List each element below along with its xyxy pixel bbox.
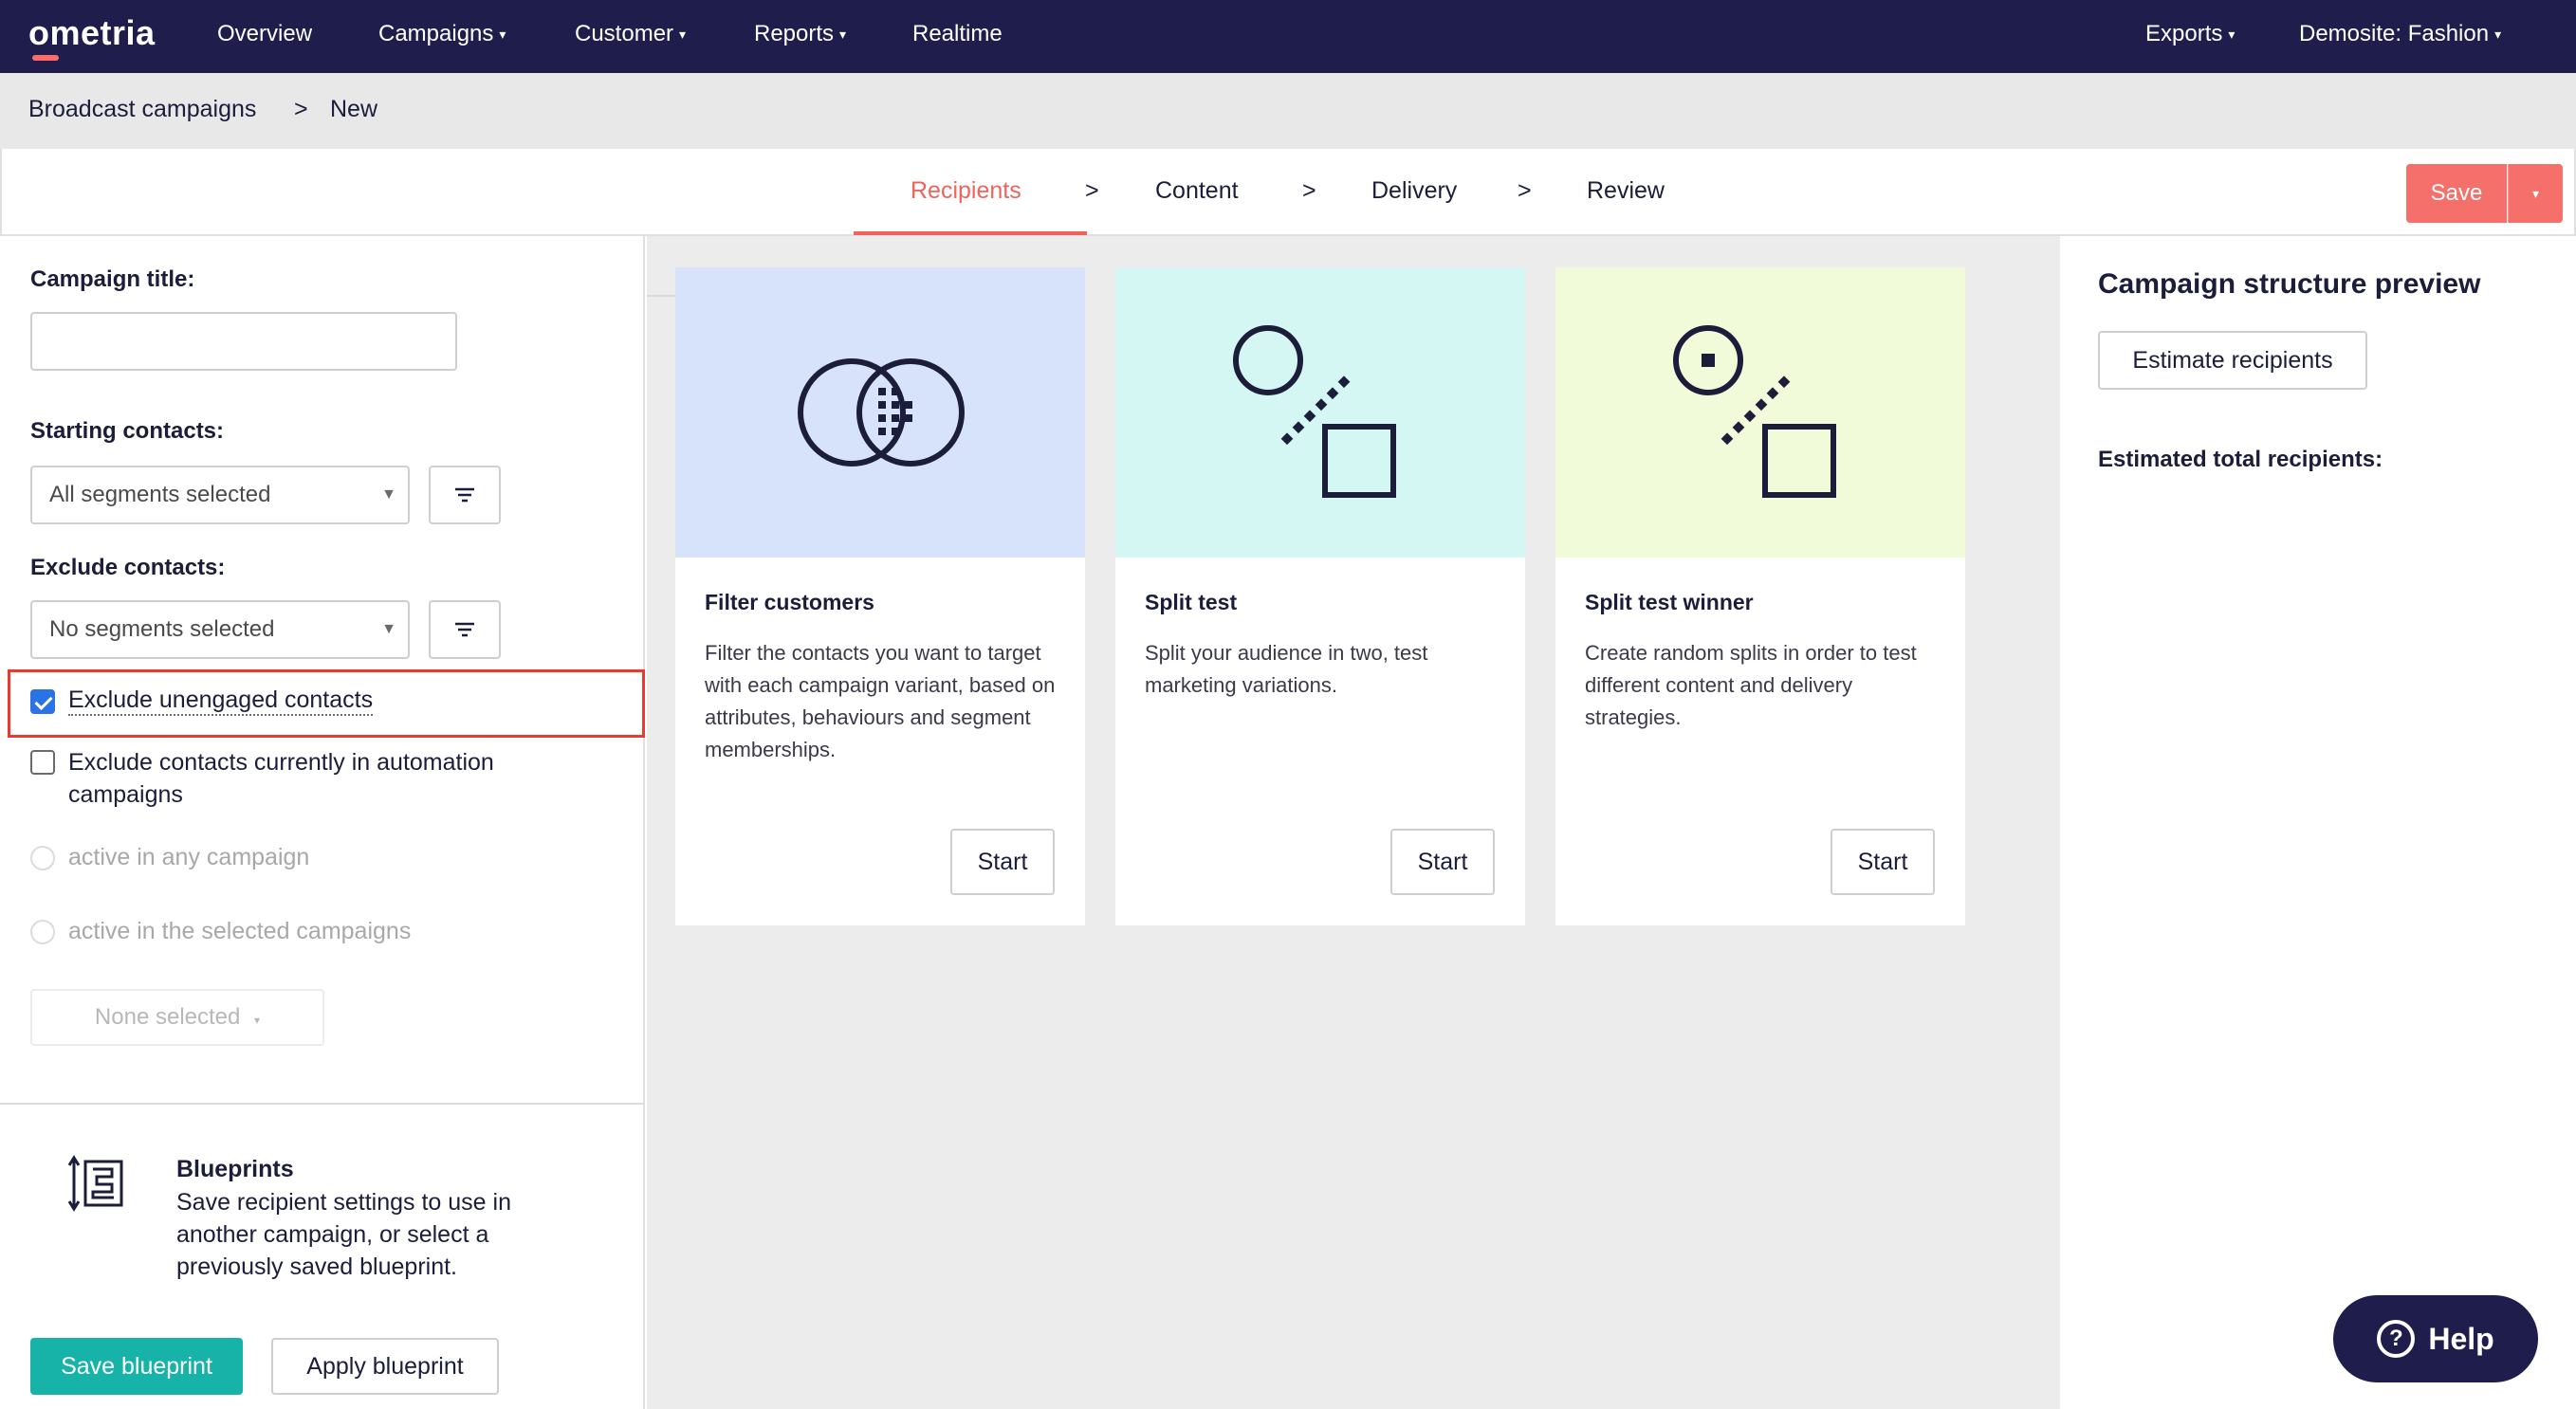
step-separator: > (1302, 177, 1316, 204)
apply-blueprint-button[interactable]: Apply blueprint (271, 1338, 499, 1395)
active-step-indicator (854, 231, 1087, 235)
card-description: Create random splits in order to test di… (1585, 641, 1917, 729)
chevron-down-icon: ▾ (2494, 27, 2502, 43)
recipients-panel: Campaign title: Starting contacts: All s… (0, 236, 645, 1409)
start-button[interactable]: Start (1390, 829, 1495, 895)
radio-selected-campaigns[interactable] (30, 919, 55, 944)
campaigns-multiselect-value: None selected (94, 1004, 241, 1030)
chevron-down-icon: ▾ (2531, 186, 2540, 201)
save-button[interactable]: Save (2406, 164, 2507, 223)
nav-realtime[interactable]: Realtime (912, 21, 1003, 47)
nav-site-selector[interactable]: Demosite: Fashion ▾ (2299, 21, 2501, 47)
caret-down-icon: ▼ (381, 486, 396, 503)
breadcrumb-current: New (330, 96, 378, 122)
step-delivery[interactable]: Delivery (1371, 177, 1457, 205)
nav-overview[interactable]: Overview (217, 21, 312, 47)
nav-exports-label: Exports (2145, 21, 2223, 46)
structure-preview-title: Campaign structure preview (2098, 268, 2481, 300)
breadcrumb-separator: > (294, 96, 308, 122)
filter-icon (455, 622, 474, 637)
card-title: Split test winner (1585, 590, 1754, 614)
card-description: Split your audience in two, test marketi… (1145, 641, 1428, 697)
step-bar: Recipients > Content > Delivery > Review… (0, 149, 2576, 236)
nav-campaigns-label: Campaigns (378, 21, 494, 46)
help-label: Help (2428, 1321, 2494, 1356)
estimated-total-label: Estimated total recipients: (2098, 447, 2383, 472)
exclude-unengaged-row[interactable]: Exclude unengaged contacts (30, 686, 374, 716)
divider (0, 1103, 645, 1105)
campaign-title-input[interactable] (30, 312, 457, 371)
split-test-icon (1233, 325, 1396, 498)
split-test-winner-icon (1673, 325, 1836, 498)
card-title: Split test (1145, 590, 1238, 614)
split-test-winner-card[interactable]: Split test winner Create random splits i… (1555, 267, 1965, 925)
radio-any-campaign-row[interactable]: active in any campaign (30, 844, 309, 871)
structure-preview-panel: Campaign structure preview Estimate reci… (2060, 236, 2576, 1409)
chevron-down-icon: ▾ (839, 27, 847, 43)
exclude-contacts-select[interactable]: No segments selected ▼ (30, 600, 410, 659)
logo-accent (32, 55, 59, 61)
card-title: Filter customers (705, 590, 874, 614)
save-blueprint-button[interactable]: Save blueprint (30, 1338, 243, 1395)
radio-selected-campaigns-label: active in the selected campaigns (68, 918, 412, 944)
starting-contacts-label: Starting contacts: (30, 418, 225, 444)
logo[interactable]: ometria (28, 13, 156, 53)
venn-diagram-icon (798, 358, 965, 467)
exclude-contacts-value: No segments selected (49, 616, 275, 642)
blueprints-description: Save recipient settings to use in anothe… (176, 1189, 511, 1280)
chevron-down-icon: ▾ (679, 27, 687, 43)
chevron-down-icon: ▾ (499, 27, 506, 43)
nav-customer[interactable]: Customer ▾ (575, 21, 686, 47)
blueprints-title: Blueprints (176, 1156, 294, 1182)
step-recipients[interactable]: Recipients (911, 177, 1021, 205)
start-button[interactable]: Start (1831, 829, 1935, 895)
canvas-connector (647, 295, 675, 297)
nav-reports-label: Reports (754, 21, 835, 46)
exclude-contacts-label: Exclude contacts: (30, 555, 226, 580)
exclude-unengaged-checkbox[interactable] (30, 689, 55, 714)
save-dropdown-button[interactable]: ▾ (2508, 164, 2563, 223)
card-description: Filter the contacts you want to target w… (705, 641, 1056, 761)
starting-filter-button[interactable] (429, 466, 501, 524)
exclude-filter-button[interactable] (429, 600, 501, 659)
exclude-unengaged-label[interactable]: Exclude unengaged contacts (68, 686, 374, 716)
question-icon: ? (2377, 1320, 2416, 1358)
exclude-automation-label[interactable]: Exclude contacts currently in automation… (68, 746, 561, 811)
nav-campaigns[interactable]: Campaigns ▾ (378, 21, 506, 47)
split-test-winner-illustration (1555, 267, 1965, 558)
radio-any-campaign[interactable] (30, 845, 55, 870)
nav-exports[interactable]: Exports ▾ (2145, 21, 2235, 47)
breadcrumb: Broadcast campaigns > New (0, 73, 2576, 149)
step-review[interactable]: Review (1587, 177, 1665, 205)
radio-any-campaign-label: active in any campaign (68, 844, 310, 870)
caret-down-icon: ▾ (254, 1014, 261, 1027)
starting-contacts-select[interactable]: All segments selected ▼ (30, 466, 410, 524)
step-separator: > (1518, 177, 1532, 204)
breadcrumb-parent[interactable]: Broadcast campaigns (28, 96, 256, 123)
filter-customers-card[interactable]: Filter customers Filter the contacts you… (675, 267, 1085, 925)
chevron-down-icon: ▾ (2228, 27, 2236, 43)
filter-customers-illustration (675, 267, 1085, 558)
nav-reports[interactable]: Reports ▾ (754, 21, 846, 47)
exclude-automation-checkbox[interactable] (30, 750, 55, 775)
campaigns-multiselect[interactable]: None selected ▾ (30, 989, 324, 1046)
caret-down-icon: ▼ (381, 621, 396, 637)
campaign-title-label: Campaign title: (30, 266, 195, 292)
split-test-illustration (1115, 267, 1525, 558)
radio-selected-campaigns-row[interactable]: active in the selected campaigns (30, 918, 411, 945)
start-button[interactable]: Start (950, 829, 1055, 895)
step-separator: > (1085, 177, 1099, 204)
step-content[interactable]: Content (1155, 177, 1239, 205)
split-test-card[interactable]: Split test Split your audience in two, t… (1115, 267, 1525, 925)
starting-contacts-value: All segments selected (49, 482, 271, 507)
estimate-recipients-button[interactable]: Estimate recipients (2098, 331, 2367, 390)
help-button[interactable]: ? Help (2333, 1295, 2538, 1382)
top-nav: ometria Overview Campaigns ▾ Customer ▾ Re… (0, 0, 2576, 73)
filter-icon (455, 487, 474, 503)
nav-site-label: Demosite: Fashion (2299, 21, 2490, 46)
blueprint-icon (68, 1155, 123, 1212)
exclude-automation-row[interactable]: Exclude contacts currently in automation… (30, 746, 561, 811)
nav-customer-label: Customer (575, 21, 674, 46)
